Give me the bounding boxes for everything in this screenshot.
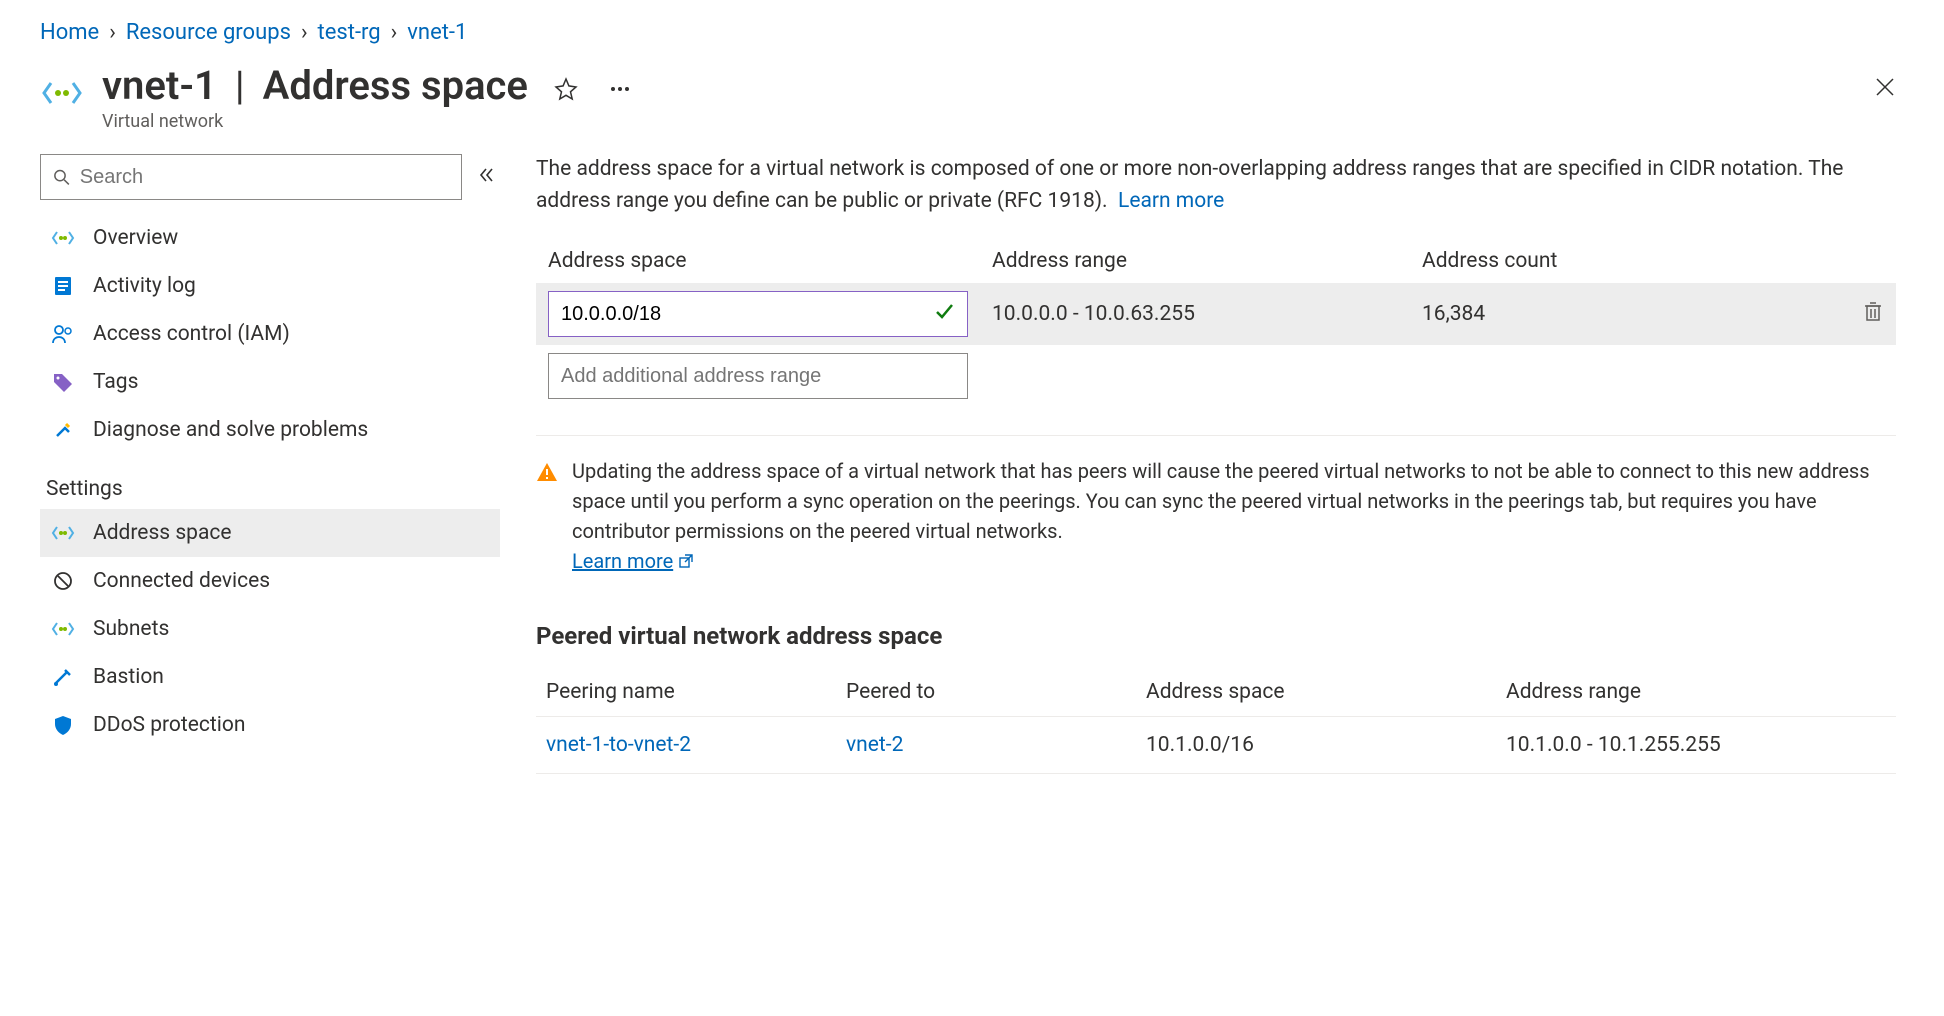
peered-row: vnet-1-to-vnet-2 vnet-2 10.1.0.0/16 10.1… (536, 717, 1896, 774)
peered-table: Peering name Peered to Address space Add… (536, 668, 1896, 774)
sidebar-item-label: Overview (93, 226, 178, 250)
sidebar-search[interactable] (40, 154, 462, 200)
iam-icon (49, 324, 77, 344)
sidebar-item-activity-log[interactable]: Activity log (40, 262, 500, 310)
tags-icon (49, 372, 77, 392)
vnet-icon (49, 525, 77, 541)
sidebar-item-label: Bastion (93, 665, 164, 689)
peer-space-cell: 10.1.0.0/16 (1136, 717, 1496, 774)
col-peer-address-space: Address space (1136, 668, 1496, 717)
sidebar-item-label: Connected devices (93, 569, 270, 593)
star-icon (554, 77, 578, 101)
chevron-right-icon: › (301, 20, 308, 45)
close-icon (1874, 76, 1896, 98)
sidebar-item-diagnose[interactable]: Diagnose and solve problems (40, 406, 500, 454)
bastion-icon (49, 666, 77, 688)
shield-icon (49, 714, 77, 736)
delete-address-space-button[interactable] (1863, 300, 1883, 325)
sidebar-item-address-space[interactable]: Address space (40, 509, 500, 557)
breadcrumb: Home › Resource groups › test-rg › vnet-… (40, 16, 1904, 63)
address-count-cell: 16,384 (1410, 283, 1850, 345)
close-button[interactable] (1866, 69, 1904, 109)
sidebar-item-tags[interactable]: Tags (40, 358, 500, 406)
breadcrumb-home[interactable]: Home (40, 20, 99, 45)
sidebar-item-connected-devices[interactable]: Connected devices (40, 557, 500, 605)
sidebar-item-ddos-protection[interactable]: DDoS protection (40, 701, 500, 749)
peering-name-link[interactable]: vnet-1-to-vnet-2 (546, 733, 691, 757)
activity-log-icon (49, 275, 77, 297)
sidebar-item-label: Activity log (93, 274, 196, 298)
sidebar: Overview Activity log Access control (IA… (40, 154, 500, 774)
double-chevron-left-icon (478, 166, 496, 184)
vnet-icon (49, 230, 77, 246)
more-actions-button[interactable] (604, 80, 636, 98)
sidebar-item-label: Subnets (93, 617, 169, 641)
warning-text: Updating the address space of a virtual … (572, 459, 1870, 543)
sidebar-item-access-control[interactable]: Access control (IAM) (40, 310, 500, 358)
sidebar-item-label: Tags (93, 370, 138, 394)
breadcrumb-vnet[interactable]: vnet-1 (407, 20, 467, 45)
warning-icon (536, 460, 558, 576)
connected-devices-icon (49, 570, 77, 592)
peering-warning: Updating the address space of a virtual … (536, 435, 1896, 576)
page-title: vnet-1 | Address space (102, 63, 1848, 109)
search-input[interactable] (80, 166, 449, 189)
title-resource: vnet-1 (102, 63, 217, 109)
col-peering-name: Peering name (536, 668, 836, 717)
main-content: The address space for a virtual network … (536, 154, 1904, 774)
collapse-sidebar-button[interactable] (474, 162, 500, 193)
add-address-row (536, 345, 1896, 407)
external-link-icon (679, 554, 693, 568)
peer-range-cell: 10.1.0.0 - 10.1.255.255 (1496, 717, 1896, 774)
col-address-range: Address range (980, 239, 1410, 283)
sidebar-item-label: Diagnose and solve problems (93, 418, 368, 442)
peered-to-link[interactable]: vnet-2 (846, 733, 903, 757)
diagnose-icon (49, 419, 77, 441)
breadcrumb-resource-groups[interactable]: Resource groups (126, 20, 291, 45)
sidebar-section-settings: Settings (40, 454, 500, 509)
sidebar-item-overview[interactable]: Overview (40, 214, 500, 262)
learn-more-link[interactable]: Learn more (1118, 189, 1224, 213)
favorite-star-button[interactable] (548, 71, 584, 107)
search-icon (53, 168, 70, 186)
address-space-row: 10.0.0.0 - 10.0.63.255 16,384 (536, 283, 1896, 345)
ellipsis-icon (610, 86, 630, 92)
check-icon (933, 300, 955, 328)
address-space-table: Address space Address range Address coun… (536, 239, 1896, 407)
vnet-icon (49, 621, 77, 637)
description-paragraph: The address space for a virtual network … (536, 154, 1896, 217)
col-peer-address-range: Address range (1496, 668, 1896, 717)
sidebar-item-label: Address space (93, 521, 232, 545)
sidebar-item-subnets[interactable]: Subnets (40, 605, 500, 653)
trash-icon (1863, 300, 1883, 322)
peered-section-title: Peered virtual network address space (536, 622, 1896, 650)
sidebar-item-label: Access control (IAM) (93, 322, 290, 346)
sidebar-item-bastion[interactable]: Bastion (40, 653, 500, 701)
col-address-count: Address count (1410, 239, 1850, 283)
chevron-right-icon: › (109, 20, 116, 45)
col-address-space: Address space (536, 239, 980, 283)
vnet-icon (40, 71, 84, 115)
address-space-input-wrap[interactable] (548, 291, 968, 337)
sidebar-item-label: DDoS protection (93, 713, 245, 737)
warning-learn-more-label: Learn more (572, 546, 673, 576)
address-range-cell: 10.0.0.0 - 10.0.63.255 (980, 283, 1410, 345)
address-space-input[interactable] (561, 303, 933, 326)
chevron-right-icon: › (391, 20, 398, 45)
page-subtitle: Virtual network (102, 111, 1848, 132)
title-separator: | (235, 63, 245, 109)
warning-learn-more-link[interactable]: Learn more (572, 546, 693, 576)
col-peered-to: Peered to (836, 668, 1136, 717)
add-address-range-input[interactable] (548, 353, 968, 399)
title-page: Address space (263, 63, 528, 109)
breadcrumb-rg-name[interactable]: test-rg (318, 20, 381, 45)
